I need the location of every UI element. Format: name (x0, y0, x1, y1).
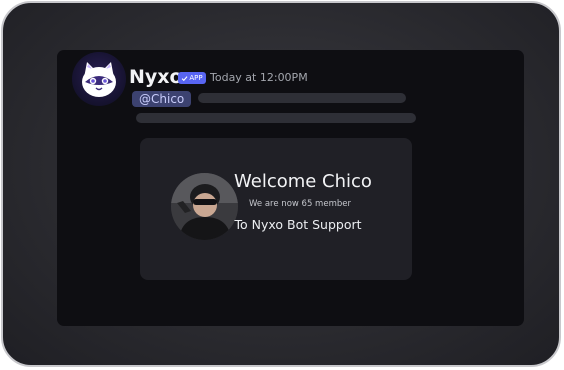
user-mention[interactable]: @Chico (132, 91, 192, 107)
app-badge: APP (178, 72, 206, 84)
app-badge-label: APP (189, 74, 203, 82)
user-photo-avatar-icon (171, 173, 238, 240)
member-count-text: We are now 65 member (249, 199, 351, 209)
welcome-title: Welcome Chico (234, 171, 372, 192)
check-icon (182, 75, 188, 81)
text-placeholder-line (198, 93, 406, 103)
bot-avatar[interactable] (72, 52, 126, 106)
server-name-text: To Nyxo Bot Support (234, 217, 362, 232)
text-placeholder-line (136, 113, 416, 123)
cat-mascot-icon (82, 62, 116, 97)
member-avatar (171, 173, 238, 240)
bot-username[interactable]: Nyxo (129, 66, 183, 88)
message-timestamp: Today at 12:00PM (210, 71, 308, 84)
